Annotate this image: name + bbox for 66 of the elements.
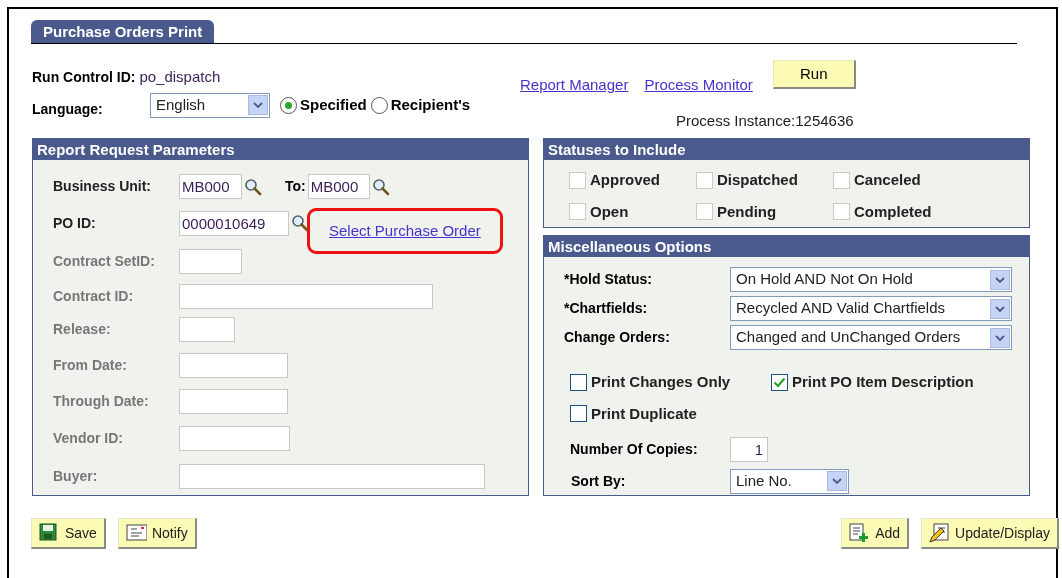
field-label: Vendor ID: <box>53 428 124 448</box>
field-label: Sort By: <box>571 471 627 491</box>
checkbox-label: Open <box>590 201 629 222</box>
dropdown[interactable]: Changed and UnChanged Orders <box>730 325 1012 350</box>
field-label: Through Date: <box>53 392 150 411</box>
panel-header: Miscellaneous Options <box>544 236 1029 257</box>
document-plus-icon <box>849 523 871 543</box>
panel-header: Report Request Parameters <box>33 139 528 160</box>
caret-icon[interactable] <box>995 334 1005 341</box>
caret-icon[interactable] <box>995 305 1005 312</box>
process-instance-text: Process Instance:1254636 <box>676 112 854 129</box>
field-label: Business Unit: <box>53 177 152 196</box>
field-label: *Chartfields: <box>564 299 649 318</box>
caret-icon[interactable] <box>832 478 842 484</box>
checkbox-label: Pending <box>717 201 777 222</box>
panel-header: Statuses to Include <box>544 139 1029 160</box>
radio-label: Recipient's <box>390 94 471 115</box>
field-label: *Hold Status: <box>564 270 653 289</box>
add-button[interactable]: Add <box>841 518 910 549</box>
radio-button[interactable] <box>370 96 388 114</box>
field-label: To: <box>285 177 306 196</box>
input-field[interactable]: MB000 <box>179 174 242 199</box>
checkbox[interactable] <box>570 405 587 423</box>
checkbox-label: Print PO Item Description <box>792 372 974 392</box>
link[interactable]: Report Manager <box>520 74 629 97</box>
field-label: Buyer: <box>53 467 99 486</box>
field-label: Contract ID: <box>53 287 135 306</box>
field-label: Change Orders: <box>564 328 671 347</box>
search-icon[interactable] <box>244 177 262 196</box>
radio-label: Specified <box>300 94 367 115</box>
search-icon[interactable] <box>291 214 309 232</box>
field-label: Release: <box>53 320 112 339</box>
language-dropdown[interactable]: English <box>150 92 270 118</box>
field-label: Contract SetID: <box>53 252 156 271</box>
field-value: po_dispatch <box>139 66 221 87</box>
caret-icon[interactable] <box>253 102 263 108</box>
search-icon[interactable] <box>371 177 390 196</box>
caret-icon[interactable] <box>995 276 1005 283</box>
link[interactable]: Process Monitor <box>644 74 753 97</box>
checkbox-label: Print Duplicate <box>591 403 697 424</box>
input-field[interactable]: 1 <box>730 436 768 462</box>
update-button[interactable]: Update/Display <box>921 518 1059 549</box>
notepad-icon <box>125 523 147 543</box>
sort-dropdown[interactable]: Line No. <box>730 468 849 494</box>
field-label: PO ID: <box>53 213 97 233</box>
dropdown[interactable]: Recycled AND Valid Chartfields <box>730 296 1012 321</box>
radio-button[interactable] <box>280 96 297 114</box>
input-field[interactable]: MB000 <box>307 174 370 199</box>
field-label: Number Of Copies: <box>570 439 699 459</box>
pencil-document-icon <box>929 523 951 543</box>
field-label: From Date: <box>53 356 128 375</box>
save-button[interactable]: Save <box>31 518 106 549</box>
checkbox-label: Dispatched <box>717 170 798 190</box>
tab[interactable]: Purchase Orders Print <box>31 20 215 43</box>
checkbox-label: Completed <box>854 201 932 222</box>
field-label: Run Control ID: <box>32 68 136 87</box>
input-field[interactable]: 0000010649 <box>179 210 289 236</box>
notify-button[interactable]: Notify <box>117 518 197 549</box>
link[interactable]: Select Purchase Order <box>329 219 481 243</box>
checkbox-label: Canceled <box>854 170 921 190</box>
checkbox-label: Print Changes Only <box>591 372 731 392</box>
run-button[interactable]: Run <box>772 60 856 89</box>
checkbox-label: Approved <box>590 170 660 190</box>
field-label: Language: <box>32 99 104 119</box>
checkbox[interactable] <box>570 373 587 391</box>
dropdown[interactable]: On Hold AND Not On Hold <box>730 267 1012 292</box>
